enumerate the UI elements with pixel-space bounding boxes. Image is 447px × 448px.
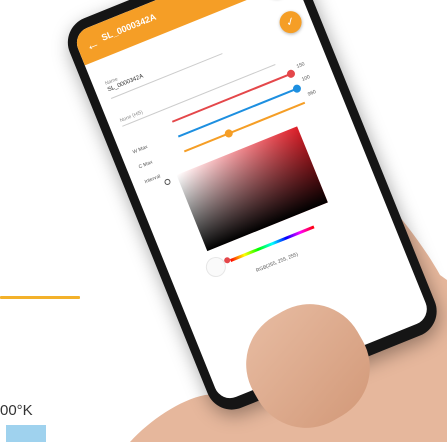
accent-line: [0, 296, 80, 299]
slider-handle[interactable]: [292, 83, 302, 93]
back-arrow-icon[interactable]: ←: [83, 34, 102, 54]
rgb-value-text: RGB(255, 255, 255): [255, 252, 299, 274]
slider-value: 100: [301, 74, 311, 83]
check-icon: ✓: [284, 15, 297, 30]
slider-handle[interactable]: [286, 69, 296, 79]
slider-value: 150: [296, 61, 306, 70]
confirm-button[interactable]: ✓: [262, 0, 291, 1]
slider-label: W Max: [132, 144, 149, 155]
slider-value: 960: [307, 89, 317, 98]
color-swatch: [6, 425, 46, 442]
app-bar: ← SL_0000342A: [72, 0, 295, 65]
slider-label: Interval: [144, 173, 161, 185]
save-button[interactable]: ✓: [276, 8, 305, 37]
page-title: SL_0000342A: [100, 12, 158, 43]
color-temperature-text: 00°K: [0, 402, 33, 419]
divider: [122, 64, 275, 127]
slider-label: C Max: [138, 159, 154, 170]
radio-icon[interactable]: [164, 178, 172, 186]
